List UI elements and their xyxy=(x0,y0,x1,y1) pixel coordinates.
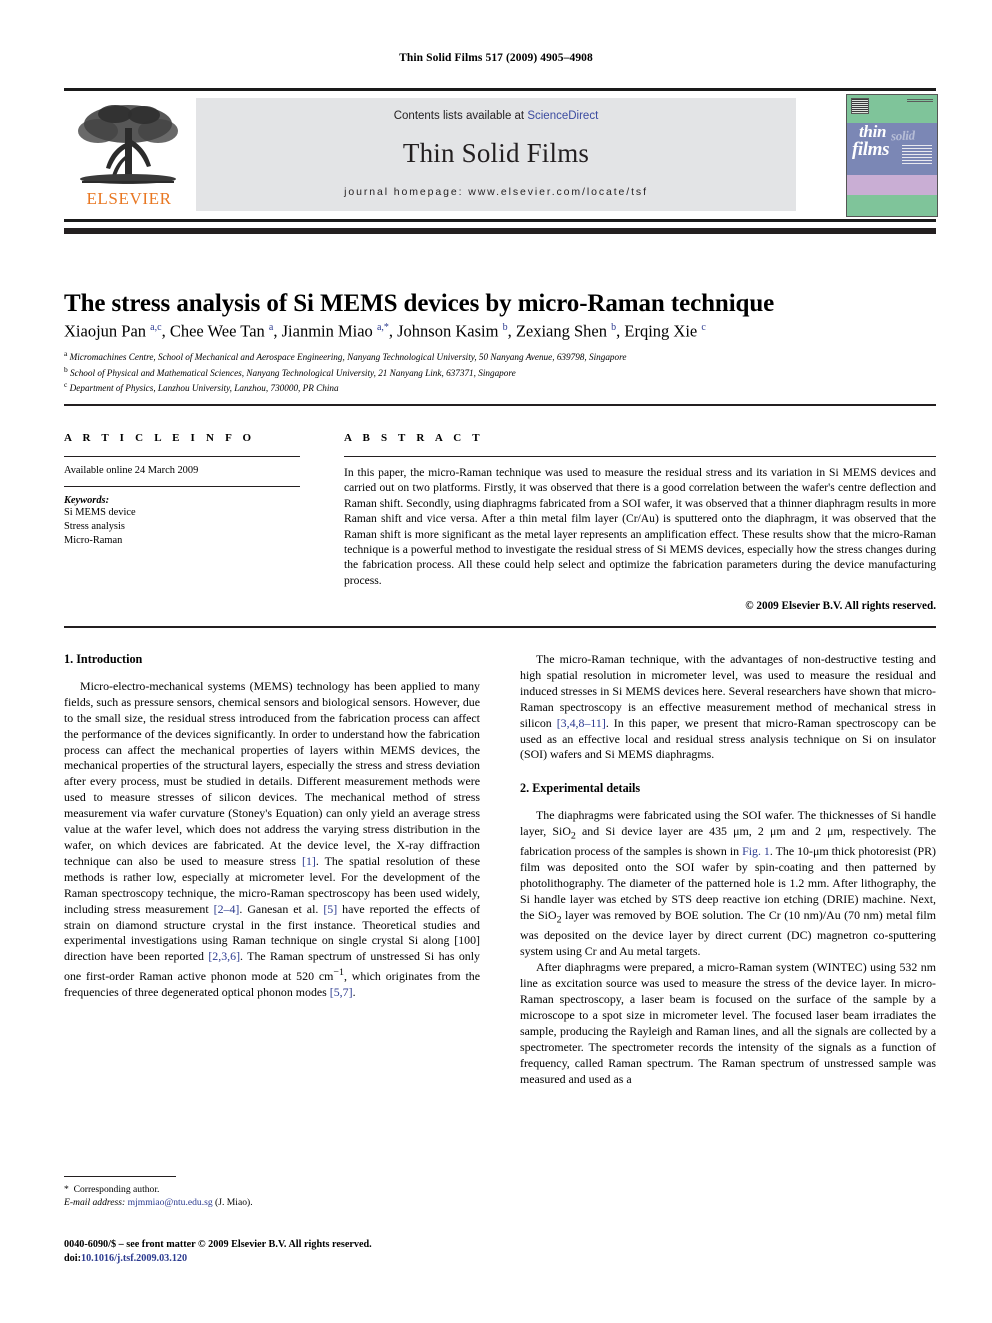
front-matter-line: 0040-6090/$ – see front matter © 2009 El… xyxy=(64,1239,372,1250)
body-column-left: 1. Introduction Micro-electro-mechanical… xyxy=(64,652,480,1001)
running-head: Thin Solid Films 517 (2009) 4905–4908 xyxy=(399,52,593,64)
body-column-right: The micro-Raman technique, with the adva… xyxy=(520,652,936,1087)
section-heading-experimental: 2. Experimental details xyxy=(520,781,641,796)
paragraph-experimental-2: After diaphragms were prepared, a micro-… xyxy=(520,960,936,1086)
cover-word-solid: solid xyxy=(890,127,916,144)
banner-top-rule xyxy=(64,88,936,91)
paragraph-experimental-1: The diaphragms were fabricated using the… xyxy=(520,808,936,959)
journal-homepage[interactable]: journal homepage: www.elsevier.com/locat… xyxy=(196,186,796,198)
author-list: Xiaojun Pan a,c, Chee Wee Tan a, Jianmin… xyxy=(64,321,706,341)
elsevier-wordmark: ELSEVIER xyxy=(86,189,172,208)
keyword-item: Si MEMS device xyxy=(64,507,136,518)
corresponding-author-note: * Corresponding author. xyxy=(64,1184,160,1195)
keyword-item: Micro-Raman xyxy=(64,535,123,546)
available-online-date: Available online 24 March 2009 xyxy=(64,465,199,476)
banner-bottom-rule xyxy=(64,219,936,222)
contents-prefix: Contents lists available at xyxy=(393,110,528,122)
imprint-block: 0040-6090/$ – see front matter © 2009 El… xyxy=(64,1238,480,1266)
paragraph-intro-2: The micro-Raman technique, with the adva… xyxy=(520,652,936,762)
section-heading-introduction: 1. Introduction xyxy=(64,652,143,666)
cover-band-green-bottom xyxy=(847,195,937,216)
doi-label: doi: xyxy=(64,1253,81,1264)
cover-blurb-text xyxy=(902,145,932,165)
article-history: Available online 24 March 2009 xyxy=(64,456,300,478)
corresponding-email-note[interactable]: E-mail address: mjmmiao@ntu.edu.sg (J. M… xyxy=(64,1196,480,1209)
copyright-line: © 2009 Elsevier B.V. All rights reserved… xyxy=(745,600,936,613)
elsevier-logo: ELSEVIER xyxy=(70,98,186,211)
cover-word-films: films xyxy=(852,139,890,160)
abstract-heading: A B S T R A C T xyxy=(344,432,484,444)
article-info-heading: A R T I C L E I N F O xyxy=(64,432,256,444)
cover-issn-text xyxy=(907,99,933,103)
doi-line: doi:10.1016/j.tsf.2009.03.120 xyxy=(64,1252,480,1266)
abstract-band-top-rule xyxy=(64,404,936,406)
footnote-block: * Corresponding author. E-mail address: … xyxy=(64,1176,480,1209)
abstract-band-bottom-rule xyxy=(64,626,936,628)
journal-cover-thumbnail[interactable]: solid thin films xyxy=(846,94,938,217)
header-heavy-rule xyxy=(64,228,936,234)
cover-publisher-mark xyxy=(851,98,869,114)
paragraph-intro-1: Micro-electro-mechanical systems (MEMS) … xyxy=(64,678,481,1000)
footnote-rule xyxy=(64,1176,176,1177)
contents-available-line: Contents lists available at ScienceDirec… xyxy=(196,110,796,122)
abstract-body-wrap: In this paper, the micro-Raman technique… xyxy=(344,456,936,612)
doi-link[interactable]: 10.1016/j.tsf.2009.03.120 xyxy=(81,1253,187,1264)
abstract-block: A B S T R A C T In this paper, the micro… xyxy=(344,432,936,612)
keyword-item: Stress analysis xyxy=(64,521,125,532)
journal-title: Thin Solid Films xyxy=(402,138,590,168)
keywords-block: Keywords: Si MEMS device Stress analysis… xyxy=(64,486,300,548)
cover-band-lavender xyxy=(847,175,937,195)
abstract-text: In this paper, the micro-Raman technique… xyxy=(344,466,936,587)
article-info-block: A R T I C L E I N F O Available online 2… xyxy=(64,432,300,548)
affiliation-list: a Micromachines Centre, School of Mechan… xyxy=(64,349,627,394)
sciencedirect-link[interactable]: ScienceDirect xyxy=(527,110,598,122)
article-first-page: Thin Solid Films 517 (2009) 4905–4908 EL… xyxy=(0,0,992,1323)
page-title: The stress analysis of Si MEMS devices b… xyxy=(64,289,775,317)
keywords-label: Keywords: xyxy=(64,495,110,506)
banner-gray-panel: Contents lists available at ScienceDirec… xyxy=(196,98,796,211)
journal-banner: ELSEVIER Contents lists available at Sci… xyxy=(64,88,938,222)
